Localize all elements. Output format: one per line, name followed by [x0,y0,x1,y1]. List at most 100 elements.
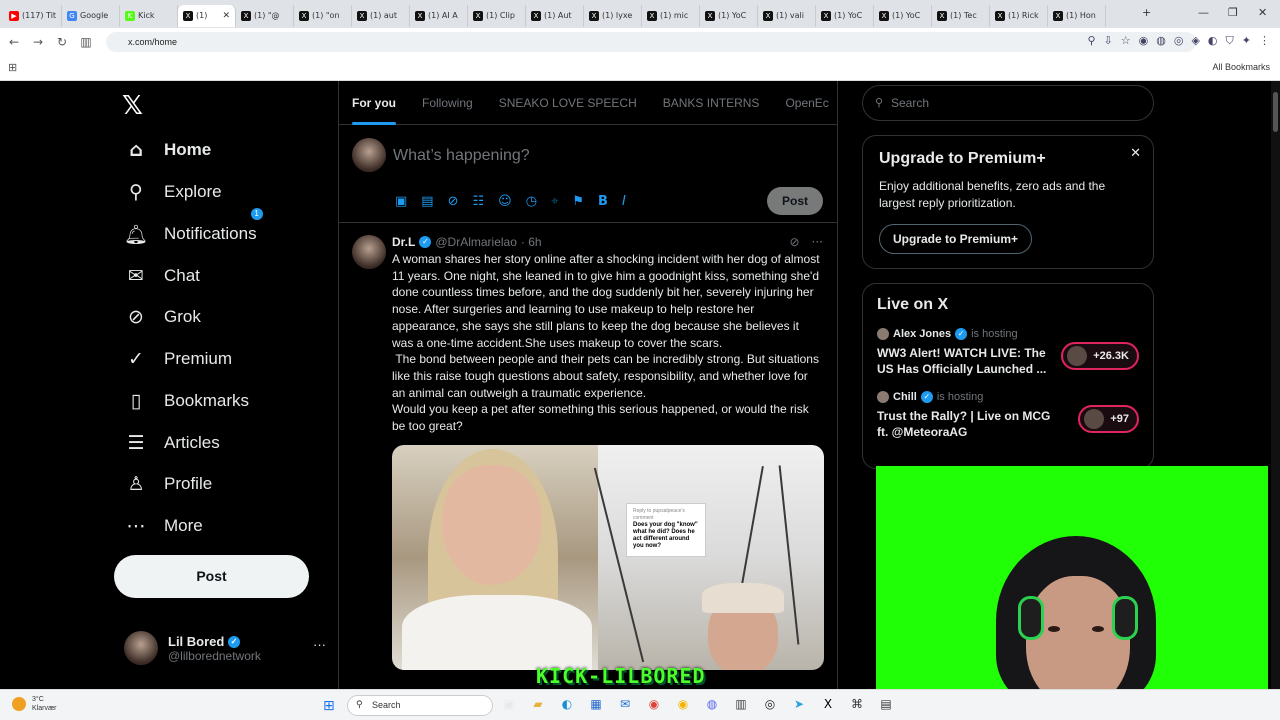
x-logo-icon[interactable]: 𝕏 [122,91,143,121]
install-icon[interactable]: ⇩ [1104,34,1113,48]
close-window-icon[interactable]: ✕ [1258,6,1267,19]
live-item[interactable]: Alex Jones ✓ is hosting WW3 Alert! WATCH L… [877,328,1139,377]
folder-icon[interactable]: ▰ [529,697,547,711]
nav-item-bookmarks[interactable]: ▯ Bookmarks [124,381,249,421]
live-listener-count[interactable]: +97 [1078,405,1139,433]
browser-tab[interactable]: K Kick [120,4,178,27]
browser-tab[interactable]: X (1) "@ [236,4,294,27]
nav-item-explore[interactable]: ⚲ Explore [124,172,222,212]
back-icon[interactable]: ← [2,35,26,49]
browser-tab[interactable]: X (1) "on [294,4,352,27]
more-options-icon[interactable]: ··· [313,637,326,652]
browser-tab[interactable]: X (1) Clip [468,4,526,27]
grok-icon[interactable]: ⊘ [448,194,459,209]
nav-item-articles[interactable]: ☰ Articles [124,423,219,463]
edge-icon[interactable]: ◐ [558,697,576,711]
timeline-tab[interactable]: Following [422,96,473,110]
close-icon[interactable]: ✕ [1130,146,1141,161]
extension-icon[interactable]: ◉ [1139,34,1149,48]
extension-icon[interactable]: ◐ [1208,34,1218,48]
app-icon[interactable]: ⌘ [848,697,866,711]
search-input[interactable]: ⚲ Search [862,85,1154,121]
schedule-icon[interactable]: ◷ [526,194,537,209]
poll-icon[interactable]: ☷ [473,194,485,209]
browser-tab[interactable]: X (1) Aut [526,4,584,27]
nav-item-profile[interactable]: ♙ Profile [124,464,212,504]
account-switcher[interactable]: Lil Bored ✓ @lilborednetwork ··· [124,631,326,665]
reload-icon[interactable]: ↻ [50,35,74,49]
browser-tab[interactable]: X (1) Tec [932,4,990,27]
browser-tab[interactable]: X (1) Rick [990,4,1048,27]
timeline-tab[interactable]: OpenEc [785,96,828,110]
sidebar-toggle-icon[interactable]: ▥ [74,35,98,49]
all-bookmarks[interactable]: All Bookmarks [1212,62,1270,72]
live-item[interactable]: Chill ✓ is hosting Trust the Rally? | Live… [877,391,1139,440]
nav-item-premium[interactable]: ✓ Premium [124,339,232,379]
app-icon[interactable]: ▥ [732,697,750,711]
grok-icon[interactable]: ⊘ [789,235,799,249]
browser-tab[interactable]: X (1) vali [758,4,816,27]
zoom-icon[interactable]: ⚲ [1087,34,1095,48]
weather-widget[interactable]: 3°C Klarvær [12,695,57,713]
new-tab-icon[interactable]: + [1142,6,1151,19]
maximize-icon[interactable]: ❐ [1228,6,1238,19]
more-options-icon[interactable]: ··· [812,235,823,249]
avatar[interactable] [352,235,386,269]
taskbar-search[interactable]: ⚲ Search [347,695,493,716]
location-icon[interactable]: ⌖ [551,194,558,209]
tweet-media[interactable]: Reply to pupsatpeace's comment Does your… [392,444,824,670]
nav-item-home[interactable]: ⌂ Home [124,130,211,170]
browser-tab[interactable]: G Google [62,4,120,27]
x-app-icon[interactable]: X [819,697,837,711]
telegram-icon[interactable]: ➤ [790,697,808,711]
url-field[interactable]: x.com/home [106,32,1196,52]
extension-icon[interactable]: ◎ [1174,34,1184,48]
browser-tab[interactable]: X (1) YoC [700,4,758,27]
nav-item-grok[interactable]: ⊘ Grok [124,297,201,337]
mail-icon[interactable]: ✉ [616,697,634,711]
flag-icon[interactable]: ⚑ [572,194,584,209]
emoji-icon[interactable]: ☺ [498,194,512,209]
timeline-tab[interactable]: BANKS INTERNS [663,96,760,110]
timeline-tab[interactable]: For you [352,96,396,125]
nav-item-more[interactable]: ⋯ More [124,506,203,546]
chrome-icon[interactable]: ◉ [674,697,692,711]
tweet-time[interactable]: · 6h [521,235,542,249]
store-icon[interactable]: ▦ [587,697,605,711]
minimize-icon[interactable]: — [1198,6,1209,19]
composer-post-button[interactable]: Post [767,187,823,215]
tweet-author-name[interactable]: Dr.L [392,235,415,249]
browser-tab[interactable]: X (1) AI A [410,4,468,27]
task-view-icon[interactable]: ▣ [500,697,518,711]
scrollbar[interactable] [1271,81,1280,689]
nav-item-chat[interactable]: ✉ Chat [124,256,200,296]
discord-icon[interactable]: ◍ [703,697,721,711]
composer-input[interactable]: What’s happening? [393,147,530,165]
browser-tab[interactable]: X (1) Hon [1048,4,1106,27]
tweet[interactable]: Dr.L ✓ @DrAlmarielao · 6h ⊘ ··· A woman … [339,223,837,670]
windows-start-icon[interactable]: ⊞ [323,698,335,714]
browser-tab[interactable]: X (1) YoC [874,4,932,27]
menu-icon[interactable]: ⋮ [1259,34,1270,48]
apps-grid-icon[interactable]: ⊞ [8,61,17,74]
browser-tab[interactable]: ▶ (117) Tit [4,4,62,27]
app-icon[interactable]: ▤ [877,697,895,711]
extension-icon[interactable]: ◈ [1191,34,1199,48]
italic-icon[interactable]: I [622,194,626,209]
scrollbar-thumb[interactable] [1273,92,1278,132]
image-icon[interactable]: ▣ [395,194,407,209]
live-listener-count[interactable]: +26.3K [1061,342,1139,370]
tweet-author-handle[interactable]: @DrAlmarielao [435,235,517,249]
forward-icon[interactable]: → [26,35,50,49]
upgrade-premium-button[interactable]: Upgrade to Premium+ [879,224,1033,254]
browser-tab[interactable]: X (1) ✕ [178,4,236,27]
browser-tab[interactable]: X (1) mic [642,4,700,27]
nav-item-notifications[interactable]: 🔔︎ 1 Notifications [124,208,263,254]
star-icon[interactable]: ☆ [1121,34,1131,48]
shield-icon[interactable]: ⛉ [1226,34,1234,48]
browser-tab[interactable]: X (1) lyxe [584,4,642,27]
post-button[interactable]: Post [114,555,309,598]
browser-tab[interactable]: X (1) YoC [816,4,874,27]
browser-tab[interactable]: X (1) aut [352,4,410,27]
timeline-tab[interactable]: SNEAKO LOVE SPEECH [499,96,637,110]
